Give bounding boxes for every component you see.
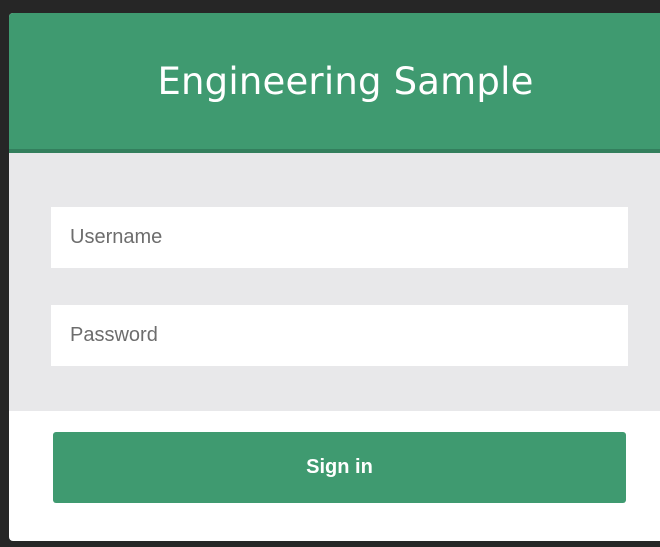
- login-header: Engineering Sample: [9, 13, 660, 153]
- page-title: Engineering Sample: [157, 59, 534, 103]
- password-field[interactable]: [51, 305, 628, 366]
- screen-frame: Engineering Sample Sign in: [0, 0, 660, 547]
- login-form: [9, 153, 660, 411]
- login-panel: Engineering Sample Sign in: [9, 13, 660, 541]
- sign-in-button[interactable]: Sign in: [53, 432, 626, 503]
- username-field[interactable]: [51, 207, 628, 268]
